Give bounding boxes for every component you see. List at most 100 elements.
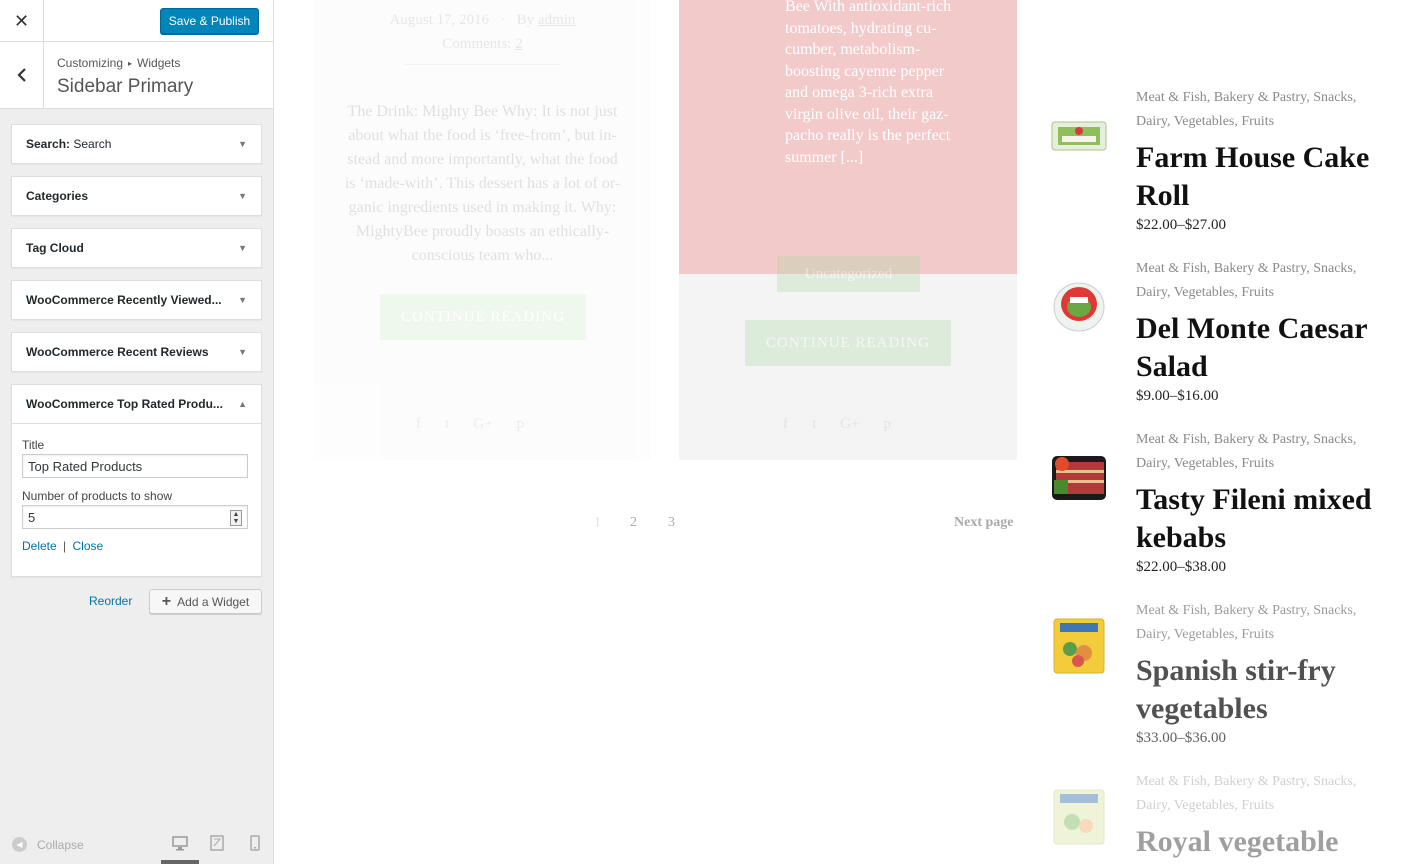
title-label: Title <box>22 438 45 452</box>
number-input[interactable]: 5 ▲ ▼ <box>22 505 248 529</box>
number-spinner[interactable]: ▲ ▼ <box>230 510 242 526</box>
share-icons: f t G+ p <box>783 416 891 433</box>
facebook-icon[interactable]: f <box>783 416 788 433</box>
customizer-footer: ◀ Collapse <box>0 826 273 864</box>
site-preview: August 17, 2016 · By admin Comments: 2 T… <box>274 0 1419 864</box>
pinterest-icon[interactable]: p <box>883 416 891 433</box>
widget-header[interactable]: WooCommerce Recently Viewed... ▼ <box>12 281 261 319</box>
product-title[interactable]: Del Monte Caesar Salad <box>1136 310 1386 386</box>
widget-title: Categories <box>26 189 89 203</box>
save-publish-button[interactable]: Save & Publish <box>160 8 259 34</box>
cake-roll-package-icon[interactable] <box>1050 106 1108 164</box>
mobile-preview-icon[interactable] <box>247 835 263 851</box>
close-link[interactable]: Close <box>73 539 104 553</box>
product-categories[interactable]: Meat & Fish, Bakery & Pastry, Snacks, Da… <box>1136 599 1381 646</box>
add-widget-button[interactable]: + Add a Widget <box>149 589 262 614</box>
action-separator: | <box>63 539 67 553</box>
widget-title: WooCommerce Top Rated Produ... <box>26 397 223 411</box>
vegetable-bag-icon[interactable] <box>1050 617 1108 675</box>
widget-tag-cloud[interactable]: Tag Cloud ▼ <box>11 228 262 268</box>
widget-header[interactable]: Categories ▼ <box>12 177 261 215</box>
product-categories[interactable]: Meat & Fish, Bakery & Pastry, Snacks, Da… <box>1136 257 1381 304</box>
continue-reading-button[interactable]: CONTINUE READING <box>380 294 586 340</box>
vegetable-bag-icon[interactable] <box>1050 788 1108 846</box>
reorder-link[interactable]: Reorder <box>89 594 132 608</box>
widget-search[interactable]: Search: Search ▼ <box>11 124 262 164</box>
close-customizer-button[interactable]: ✕ <box>0 0 44 42</box>
facebook-icon[interactable]: f <box>416 416 421 433</box>
widget-recent-reviews[interactable]: WooCommerce Recent Reviews ▼ <box>11 332 262 372</box>
number-value: 5 <box>28 509 36 525</box>
widget-categories[interactable]: Categories ▼ <box>11 176 262 216</box>
page-2[interactable]: 2 <box>630 515 637 531</box>
post-by: By <box>516 12 535 28</box>
product-title[interactable]: Royal vegetable <box>1136 823 1386 861</box>
widget-form: Title Top Rated Products Number of produ… <box>12 423 261 565</box>
product-price: $33.00–$36.00 <box>1136 730 1226 746</box>
widget-header[interactable]: Tag Cloud ▼ <box>12 229 261 267</box>
active-device-indicator <box>161 860 199 864</box>
widget-header[interactable]: Search: Search ▼ <box>12 125 261 163</box>
google-plus-icon[interactable]: G+ <box>473 416 492 433</box>
post-excerpt: Bee With antioxidant-rich tomatoes, hydr… <box>785 0 952 166</box>
next-page-link[interactable]: Next page <box>954 515 1014 531</box>
expand-arrow-icon[interactable]: ▼ <box>238 347 247 357</box>
pinterest-icon[interactable]: p <box>516 416 524 433</box>
widget-top-rated-products[interactable]: WooCommerce Top Rated Produ... ▲ Title T… <box>11 384 262 577</box>
collapse-label: Collapse <box>37 837 84 852</box>
continue-reading-button[interactable]: CONTINUE READING <box>745 320 951 366</box>
tablet-preview-icon[interactable] <box>209 835 225 851</box>
post-date[interactable]: August 17, 2016 <box>390 12 490 28</box>
widget-header[interactable]: WooCommerce Recent Reviews ▼ <box>12 333 261 371</box>
expand-arrow-icon[interactable]: ▼ <box>238 295 247 305</box>
product-categories[interactable]: Meat & Fish, Bakery & Pastry, Snacks, Da… <box>1136 428 1381 475</box>
widget-actions: Delete | Close <box>22 539 251 553</box>
expand-arrow-icon[interactable]: ▼ <box>238 191 247 201</box>
number-label: Number of products to show <box>22 489 173 503</box>
delete-link[interactable]: Delete <box>22 539 57 553</box>
widget-title: Search: <box>26 137 71 151</box>
collapse-arrow-icon[interactable]: ▲ <box>238 399 247 409</box>
post-meta: August 17, 2016 · By admin <box>389 12 576 28</box>
widget-title: Tag Cloud <box>26 241 84 255</box>
customizer-header: ✕ Save & Publish <box>0 0 273 42</box>
breadcrumb: Customizing ▸ Widgets <box>57 56 180 70</box>
product-title[interactable]: Tasty Fileni mixed kebabs <box>1136 481 1386 557</box>
widget-title: WooCommerce Recently Viewed... <box>26 293 222 307</box>
product-categories[interactable]: Meat & Fish, Bakery & Pastry, Snacks, Da… <box>1136 770 1381 817</box>
chevron-left-icon <box>16 68 26 82</box>
product-categories[interactable]: Meat & Fish, Bakery & Pastry, Snacks, Da… <box>1136 86 1381 133</box>
title-input[interactable]: Top Rated Products <box>22 454 248 478</box>
widget-header[interactable]: WooCommerce Top Rated Produ... ▲ <box>12 385 261 423</box>
twitter-icon[interactable]: t <box>812 416 816 433</box>
page-1[interactable]: 1 <box>594 515 601 531</box>
breadcrumb-customizing: Customizing <box>57 56 124 70</box>
product-price: $22.00–$38.00 <box>1136 559 1226 575</box>
product-price: $9.00–$16.00 <box>1136 388 1219 404</box>
add-widget-label: Add a Widget <box>177 594 250 609</box>
category-tag[interactable]: Uncategorized <box>777 256 920 292</box>
widget-recently-viewed[interactable]: WooCommerce Recently Viewed... ▼ <box>11 280 262 320</box>
collapse-button[interactable]: ◀ Collapse <box>12 837 84 852</box>
section-title: Sidebar Primary <box>57 76 194 97</box>
breadcrumb-widgets: Widgets <box>137 56 181 70</box>
post-card: Bee With antioxidant-rich tomatoes, hydr… <box>679 0 1017 460</box>
page-3[interactable]: 3 <box>668 515 675 531</box>
product-title[interactable]: Farm House Cake Roll <box>1136 139 1386 215</box>
post-author[interactable]: admin <box>538 12 576 28</box>
customizer-panel: ✕ Save & Publish Customizing ▸ Widgets S… <box>0 0 274 864</box>
twitter-icon[interactable]: t <box>445 416 449 433</box>
desktop-preview-icon[interactable] <box>172 835 188 851</box>
expand-arrow-icon[interactable]: ▼ <box>238 139 247 149</box>
salad-bowl-icon[interactable] <box>1050 277 1108 335</box>
post-card: August 17, 2016 · By admin Comments: 2 T… <box>314 0 651 460</box>
comments-label: Comments: <box>442 36 512 52</box>
post-comments: Comments: 2 <box>314 36 651 53</box>
product-title[interactable]: Spanish stir-fry vegetables <box>1136 652 1386 728</box>
expand-arrow-icon[interactable]: ▼ <box>238 243 247 253</box>
kebab-tray-icon[interactable] <box>1050 450 1108 508</box>
back-button[interactable] <box>0 42 44 108</box>
plus-icon: + <box>161 592 172 610</box>
google-plus-icon[interactable]: G+ <box>840 416 859 433</box>
comments-count[interactable]: 2 <box>515 36 523 52</box>
